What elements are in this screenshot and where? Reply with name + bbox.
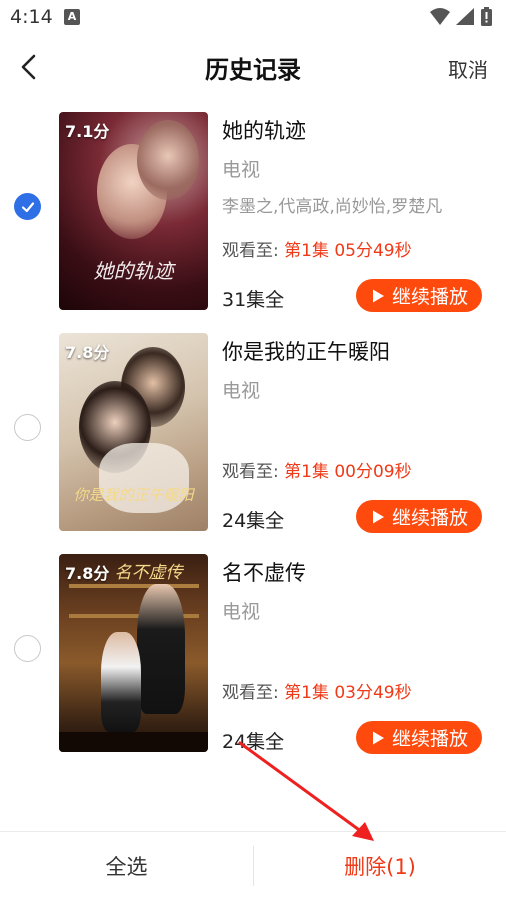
play-triangle-icon — [372, 731, 384, 744]
continue-play-label: 继续播放 — [391, 507, 468, 529]
episode-count: 24集全 — [222, 510, 285, 532]
episode-count: 31集全 — [222, 289, 285, 311]
drama-title[interactable]: 你是我的正午暖阳 — [222, 336, 390, 366]
watch-progress-value: 第1集 03分49秒 — [284, 683, 412, 703]
drama-cast: 李墨之,代高政,尚妙怡,罗楚凡 — [222, 197, 443, 217]
status-time: 4:14 — [10, 6, 53, 28]
watch-progress: 观看至: 第1集 03分49秒 — [222, 678, 412, 703]
continue-play-label: 继续播放 — [391, 728, 468, 750]
notification-a-icon: A — [64, 9, 80, 25]
select-checkbox[interactable] — [14, 414, 41, 441]
history-list: 她的轨迹 7.1分 她的轨迹 电视 李墨之,代高政,尚妙怡,罗楚凡 观看至: 第… — [0, 105, 506, 768]
drama-type: 电视 — [222, 601, 261, 623]
continue-play-label: 继续播放 — [391, 286, 468, 308]
delete-button[interactable]: 删除(1) — [254, 832, 506, 899]
battery-icon — [481, 7, 492, 26]
watch-progress-label: 观看至: — [222, 241, 279, 261]
select-checkbox[interactable] — [14, 635, 41, 662]
continue-play-button[interactable]: 继续播放 — [356, 721, 482, 754]
drama-title[interactable]: 名不虚传 — [222, 557, 306, 587]
watch-progress: 观看至: 第1集 05分49秒 — [222, 236, 412, 261]
signal-icon — [456, 8, 474, 25]
watch-progress: 观看至: 第1集 00分09秒 — [222, 457, 412, 482]
bottom-action-bar: 全选 删除(1) — [0, 831, 506, 899]
poster-image[interactable]: 你是我的正午暖阳 7.8分 — [59, 333, 208, 531]
select-checkbox[interactable] — [14, 193, 41, 220]
cancel-button[interactable]: 取消 — [448, 54, 488, 83]
play-triangle-icon — [372, 289, 384, 302]
poster-image[interactable]: 名不虚传 7.8分 — [59, 554, 208, 752]
history-item: 名不虚传 7.8分 名不虚传 电视 观看至: 第1集 03分49秒 24集全 继… — [0, 547, 506, 768]
watch-progress-value: 第1集 05分49秒 — [284, 241, 412, 261]
watch-progress-label: 观看至: — [222, 462, 279, 482]
poster-image[interactable]: 她的轨迹 7.1分 — [59, 112, 208, 310]
status-bar: 4:14 A — [0, 0, 506, 34]
continue-play-button[interactable]: 继续播放 — [356, 500, 482, 533]
watch-progress-value: 第1集 00分09秒 — [284, 462, 412, 482]
page-title: 历史记录 — [205, 56, 301, 84]
continue-play-button[interactable]: 继续播放 — [356, 279, 482, 312]
rating-badge: 7.8分 — [65, 343, 110, 362]
drama-title[interactable]: 她的轨迹 — [222, 115, 306, 145]
system-status-icons — [430, 7, 492, 26]
rating-badge: 7.8分 — [65, 564, 110, 583]
check-icon — [21, 201, 34, 212]
navigation-bar: 历史记录 取消 — [0, 34, 506, 98]
drama-type: 电视 — [222, 380, 261, 402]
play-triangle-icon — [372, 510, 384, 523]
select-all-button[interactable]: 全选 — [0, 832, 253, 899]
history-item: 你是我的正午暖阳 7.8分 你是我的正午暖阳 电视 观看至: 第1集 00分09… — [0, 326, 506, 547]
watch-progress-label: 观看至: — [222, 683, 279, 703]
rating-badge: 7.1分 — [65, 122, 110, 141]
drama-type: 电视 — [222, 159, 261, 181]
history-item: 她的轨迹 7.1分 她的轨迹 电视 李墨之,代高政,尚妙怡,罗楚凡 观看至: 第… — [0, 105, 506, 326]
wifi-icon — [430, 8, 450, 25]
poster-title-art: 你是我的正午暖阳 — [73, 486, 194, 504]
episode-count: 24集全 — [222, 731, 285, 753]
poster-title-art: 她的轨迹 — [93, 259, 174, 283]
